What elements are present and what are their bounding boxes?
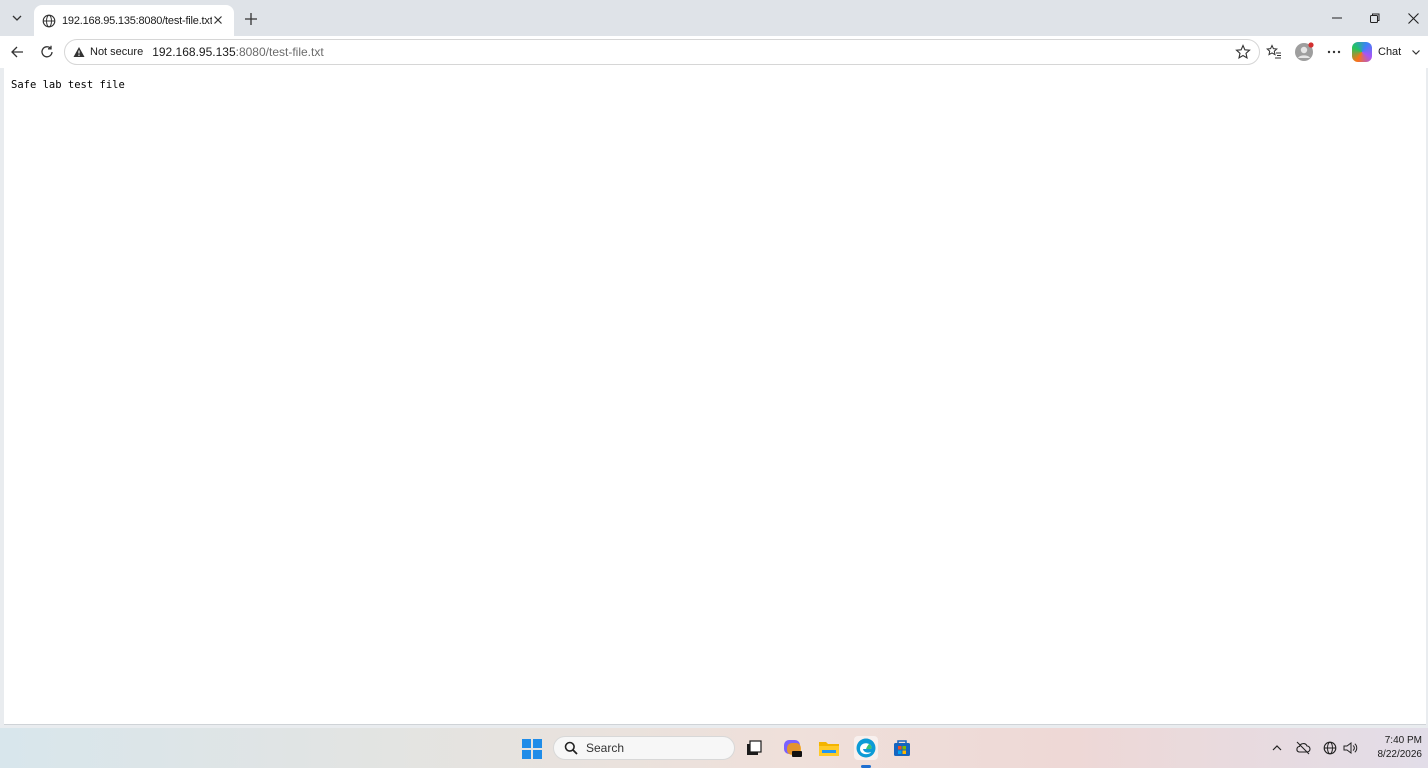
show-hidden-icons-button[interactable] xyxy=(1269,740,1285,756)
copilot-app-icon xyxy=(784,740,802,757)
tab-title: 192.168.95.135:8080/test-file.txt xyxy=(62,14,212,27)
edge-icon xyxy=(856,738,876,758)
favorites-icon xyxy=(1266,44,1281,59)
close-icon xyxy=(214,16,222,24)
plus-icon xyxy=(245,13,257,25)
profile-button[interactable] xyxy=(1293,41,1315,63)
warning-triangle-icon xyxy=(73,47,85,57)
more-icon xyxy=(1327,50,1341,54)
window-close-button[interactable] xyxy=(1398,6,1428,30)
address-bar[interactable]: Not secure 192.168.95.135:8080/test-file… xyxy=(64,39,1260,65)
system-clock[interactable]: 7:40 PM 8/22/2026 xyxy=(1366,734,1423,762)
profile-icon xyxy=(1295,42,1314,61)
store-icon xyxy=(894,740,910,756)
microsoft-store-app[interactable] xyxy=(890,736,914,760)
file-explorer-app[interactable] xyxy=(817,736,841,760)
new-tab-button[interactable] xyxy=(240,8,262,30)
url-host: 192.168.95.135 xyxy=(152,45,236,59)
cloud-offline-icon xyxy=(1296,741,1311,755)
window-close-icon xyxy=(1407,12,1419,24)
plain-text-content: Safe lab test file xyxy=(11,79,125,91)
windows-logo-icon-part xyxy=(533,750,542,759)
volume-tray[interactable] xyxy=(1342,740,1358,756)
chat-label: Chat xyxy=(1378,46,1402,58)
windows-logo-icon xyxy=(522,739,531,748)
copilot-app[interactable] xyxy=(781,736,805,760)
cloud-offline-tray[interactable] xyxy=(1295,740,1311,756)
windows-logo-icon-part xyxy=(533,739,542,748)
refresh-icon xyxy=(41,45,53,58)
security-status[interactable]: Not secure xyxy=(90,46,143,58)
page-content: Safe lab test file xyxy=(4,68,1426,725)
clock-time: 7:40 PM xyxy=(1384,735,1422,746)
taskbar: Search 7:40 PM 8/22/2026 xyxy=(0,728,1428,768)
clock-date: 8/22/2026 xyxy=(1377,749,1423,760)
network-tray[interactable] xyxy=(1322,740,1338,756)
restore-icon xyxy=(1370,13,1380,23)
back-button[interactable] xyxy=(6,41,28,63)
copilot-icon xyxy=(1352,42,1372,62)
start-button[interactable] xyxy=(522,739,542,759)
url-path: :8080/test-file.txt xyxy=(235,45,324,59)
globe-icon xyxy=(1323,741,1337,755)
minimize-icon xyxy=(1332,17,1342,19)
active-tab[interactable]: 192.168.95.135:8080/test-file.txt xyxy=(34,5,234,36)
chevron-up-icon xyxy=(1272,745,1282,751)
edge-browser-app[interactable] xyxy=(854,736,878,760)
search-icon xyxy=(564,741,578,755)
speaker-icon xyxy=(1343,742,1358,754)
chevron-down-icon xyxy=(1412,50,1421,55)
minimize-button[interactable] xyxy=(1322,6,1352,30)
windows-logo-icon-part xyxy=(522,750,531,759)
favorites-button[interactable] xyxy=(1263,41,1285,63)
tab-list-button[interactable] xyxy=(6,7,28,29)
globe-icon xyxy=(42,14,56,27)
refresh-button[interactable] xyxy=(36,41,58,63)
restore-button[interactable] xyxy=(1360,6,1390,30)
tab-strip: 192.168.95.135:8080/test-file.txt xyxy=(0,0,1428,36)
copilot-chat-button[interactable]: Chat xyxy=(1352,40,1421,64)
star-icon[interactable] xyxy=(1235,44,1251,60)
browser-toolbar: Not secure 192.168.95.135:8080/test-file… xyxy=(0,36,1428,68)
tab-close-button[interactable] xyxy=(210,12,226,28)
chevron-down-icon xyxy=(12,15,22,21)
back-arrow-icon xyxy=(11,46,23,58)
task-view-button[interactable] xyxy=(742,736,766,760)
taskbar-search[interactable]: Search xyxy=(553,736,735,760)
task-view-icon xyxy=(747,740,762,755)
search-placeholder: Search xyxy=(586,741,625,755)
folder-icon xyxy=(819,742,839,756)
settings-more-button[interactable] xyxy=(1323,41,1345,63)
